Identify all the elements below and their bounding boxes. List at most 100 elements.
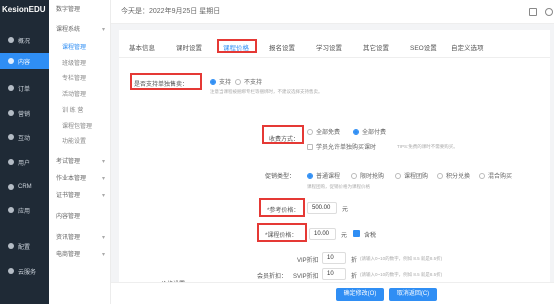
nav-item-crm[interactable]: CRM (0, 179, 49, 195)
radio-checked-icon (353, 128, 359, 135)
nav-item-overview[interactable]: 概况 (0, 32, 49, 48)
content-icon (8, 58, 14, 64)
radio-unchecked-icon (479, 172, 485, 179)
subnav-item[interactable]: 功能设置 (49, 136, 111, 148)
marketing-icon (8, 110, 14, 116)
tab-study-settings[interactable]: 学习设置 (316, 42, 342, 52)
subnav-item[interactable]: 课程包管理 (49, 121, 111, 133)
monitor-icon[interactable] (529, 8, 537, 16)
subnav-item[interactable]: 训 练 营 (49, 105, 111, 117)
promo-flash-radio[interactable]: 限时抢购 (351, 171, 384, 180)
partial-purchase-checkbox[interactable]: 学员允许单独购买课时 (307, 142, 376, 151)
confirm-button[interactable]: 确定修改(O) (336, 288, 384, 301)
nav-item-users[interactable]: 用户 (0, 154, 49, 170)
brand-logo: KesionEDU (2, 5, 46, 14)
vip-discount-label: VIP折扣 (297, 258, 319, 264)
nav-item-orders[interactable]: 订单 (0, 80, 49, 96)
tab-lesson-settings[interactable]: 课时设置 (176, 42, 202, 52)
vip-discount-unit: 折 (351, 258, 358, 264)
action-bar: 确定修改(O) 取消返回(C) (111, 282, 554, 304)
refresh-icon[interactable] (545, 8, 553, 16)
vip-discount-input[interactable]: 10 (322, 252, 346, 264)
subnav-section[interactable]: 数字管理 (49, 4, 111, 16)
subnav-item[interactable]: 活动管理 (49, 89, 111, 101)
subnav-section[interactable]: 证书管理 ▾ (49, 190, 111, 202)
promo-group-radio[interactable]: 课程团购 (395, 171, 428, 180)
radio-unchecked-icon (395, 172, 401, 179)
interact-icon (8, 134, 14, 140)
nav-item-cloud[interactable]: 云服务 (0, 263, 49, 279)
partial-hint: TIPS:免费的课时不需要购买。 (397, 144, 458, 149)
nav-item-config[interactable]: 配置 (0, 238, 49, 254)
single-sale-hint: 注意当课程被捆绑专栏等捆绑时，不建议选择支持售卖。 (210, 89, 323, 94)
overview-icon (8, 37, 14, 43)
chevron-down-icon: ▾ (101, 235, 105, 241)
subnav-section[interactable]: 电商管理 ▾ (49, 249, 111, 261)
highlight-box (262, 125, 304, 144)
not-support-radio[interactable]: 不支持 (235, 77, 262, 86)
subnav-item[interactable]: 专栏管理 (49, 73, 111, 85)
radio-unchecked-icon (235, 78, 241, 85)
subnav-section[interactable]: 内容管理 (49, 211, 111, 223)
nav-item-interact[interactable]: 互动 (0, 129, 49, 145)
app-root: KesionEDU 概况 内容 订单 营销 互动 用户 CRM 应用 配置 云服… (0, 0, 554, 304)
highlight-box (259, 198, 305, 217)
tax-label: 含税 (364, 233, 377, 239)
date-text: 今天是：2022年9月25日 星期日 (121, 8, 221, 15)
radio-checked-icon (307, 172, 313, 179)
promo-points-radio[interactable]: 积分兑换 (437, 171, 470, 180)
promo-type-label: 促销类型： (265, 174, 296, 180)
tab-signup-settings[interactable]: 报名设置 (269, 42, 295, 52)
cancel-button[interactable]: 取消返回(C) (389, 288, 437, 301)
tab-bar: 基本信息 课时设置 课程价格 报名设置 学习设置 其它设置 SEO设置 自定义选… (119, 36, 550, 58)
tab-seo-settings[interactable]: SEO设置 (410, 42, 437, 52)
radio-unchecked-icon (437, 172, 443, 179)
nav-item-content[interactable]: 内容 (0, 53, 49, 69)
tax-checkbox[interactable] (353, 230, 360, 237)
chevron-down-icon: ▾ (101, 27, 105, 33)
subnav-section[interactable]: 课程系统 ▾ (49, 24, 111, 36)
users-icon (8, 159, 14, 165)
cloud-icon (8, 268, 14, 274)
ref-price-unit: 元 (342, 207, 349, 213)
course-price-unit: 元 (341, 233, 348, 239)
all-free-radio[interactable]: 全部免费 (307, 127, 340, 136)
svip-discount-input[interactable]: 10 (322, 268, 346, 280)
radio-unchecked-icon (351, 172, 357, 179)
subnav-section[interactable]: 资讯管理 ▾ (49, 232, 111, 244)
tab-basic-info[interactable]: 基本信息 (129, 42, 155, 52)
subnav-item[interactable]: 班级管理 (49, 58, 111, 70)
chevron-down-icon: ▾ (101, 176, 105, 182)
svip-discount-unit: 折 (351, 274, 358, 280)
course-edit-panel: 基本信息 课时设置 课程价格 报名设置 学习设置 其它设置 SEO设置 自定义选… (119, 30, 550, 304)
orders-icon (8, 85, 14, 91)
secondary-sidebar: 数字管理 课程系统 ▾ 课程管理 班级管理 专栏管理 活动管理 训 练 营 课程包… (49, 0, 111, 304)
highlight-box (130, 73, 202, 90)
support-radio[interactable]: 支持 (210, 77, 231, 86)
config-icon (8, 243, 14, 249)
nav-item-marketing[interactable]: 营销 (0, 105, 49, 121)
top-header: 今天是：2022年9月25日 星期日 (111, 0, 554, 24)
main-content: 基本信息 课时设置 课程价格 报名设置 学习设置 其它设置 SEO设置 自定义选… (111, 26, 554, 304)
crm-icon (8, 184, 14, 190)
promo-mixed-radio[interactable]: 混合购买 (479, 171, 512, 180)
apps-icon (8, 207, 14, 213)
subnav-section[interactable]: 作业本管理 ▾ (49, 173, 111, 185)
promo-hint: 课程团购，促销价格为课程价格 (307, 184, 370, 189)
subnav-section[interactable]: 考试管理 ▾ (49, 156, 111, 168)
promo-normal-radio[interactable]: 普通课程 (307, 171, 340, 180)
highlight-box (257, 223, 307, 242)
primary-sidebar: KesionEDU 概况 内容 订单 营销 互动 用户 CRM 应用 配置 云服… (0, 0, 49, 304)
ref-price-input[interactable]: 500.00 (307, 202, 337, 214)
highlight-box (217, 39, 257, 53)
radio-checked-icon (210, 78, 216, 85)
svip-discount-hint: (请输入0~10的数字，例如 8.5 就是8.5折) (360, 272, 443, 277)
tab-custom-options[interactable]: 自定义选项 (451, 42, 484, 52)
subnav-item[interactable]: 课程管理 (49, 42, 111, 54)
nav-item-apps[interactable]: 应用 (0, 202, 49, 218)
checkbox-unchecked-icon (307, 143, 313, 150)
all-paid-radio[interactable]: 全部付费 (353, 127, 386, 136)
svip-discount-label: SVIP折扣 (293, 274, 319, 280)
tab-other-settings[interactable]: 其它设置 (363, 42, 389, 52)
course-price-input[interactable]: 10.00 (309, 228, 336, 240)
